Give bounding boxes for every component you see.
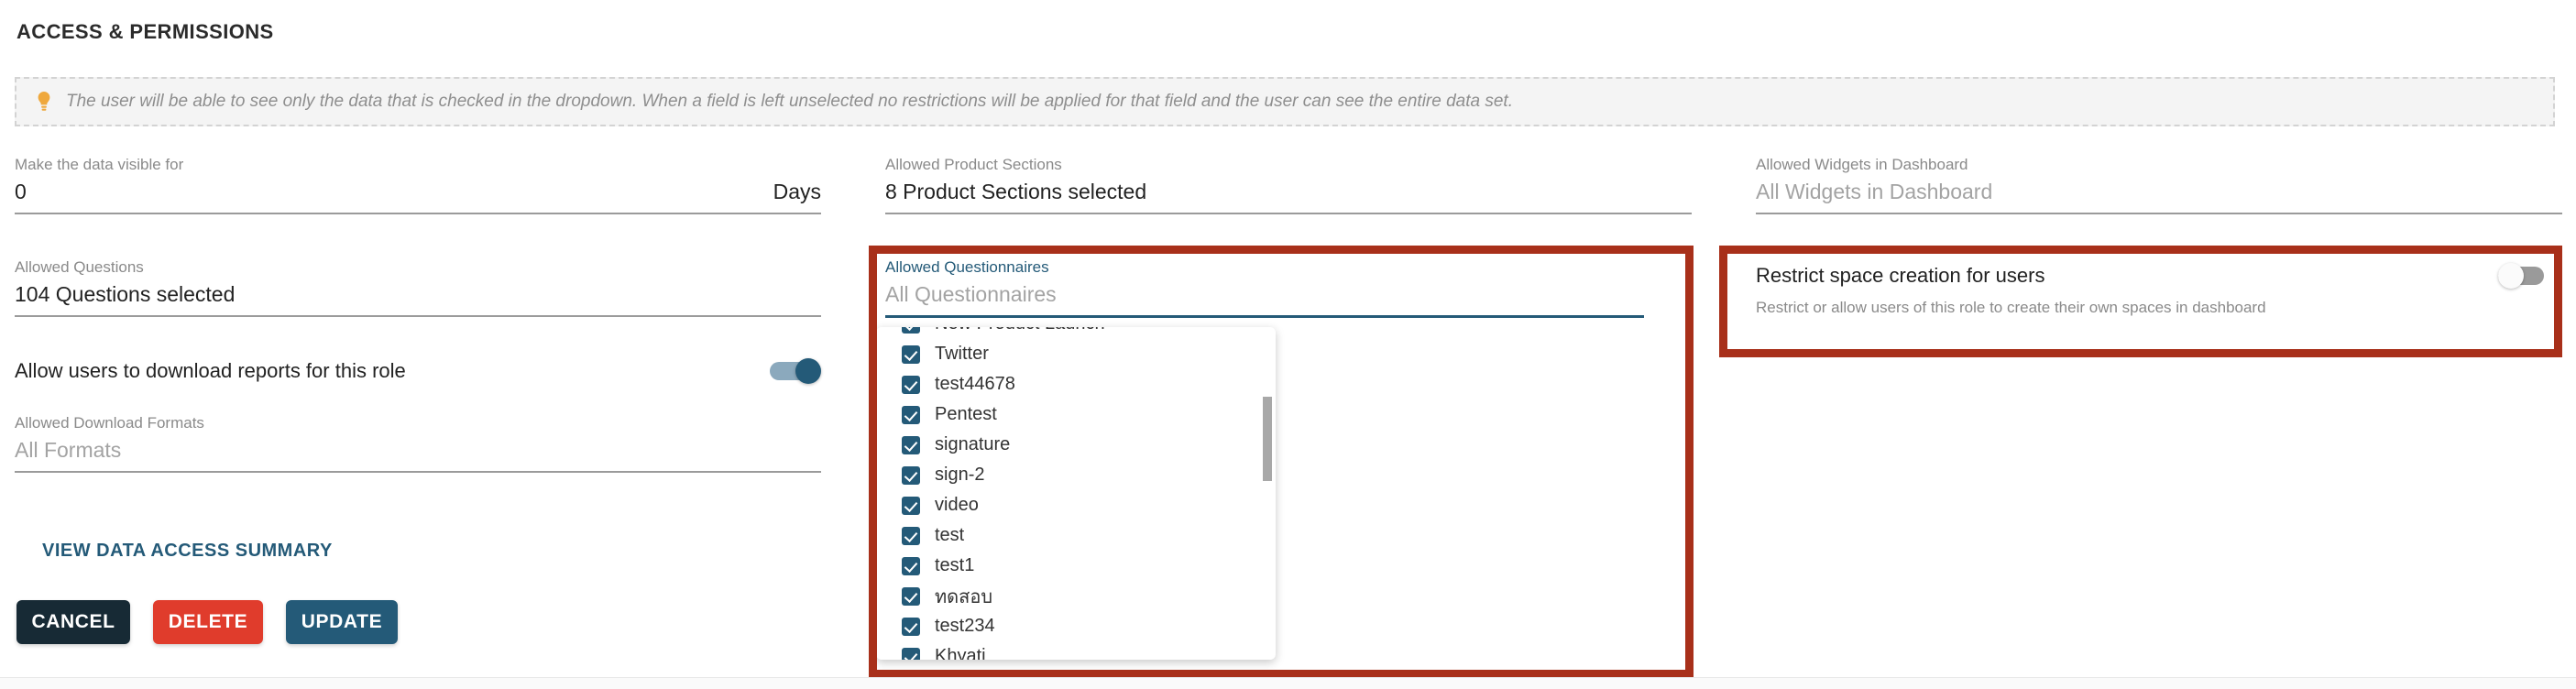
field-allowed-widgets: Allowed Widgets in Dashboard All Widgets…	[1756, 156, 2562, 214]
field-value-allowed-widgets: All Widgets in Dashboard	[1756, 180, 1993, 203]
dropdown-item[interactable]: New Product Launch	[876, 327, 1276, 339]
dropdown-item-label: Pentest	[935, 404, 997, 424]
dropdown-item[interactable]: test	[876, 520, 1276, 551]
checkbox-checked-icon[interactable]	[902, 526, 920, 545]
input-allowed-download-formats[interactable]: All Formats	[15, 438, 821, 473]
toggle-label-download-reports: Allow users to download reports for this…	[15, 359, 406, 382]
cancel-button[interactable]: CANCEL	[16, 600, 130, 644]
dropdown-item-label: New Product Launch	[935, 327, 1105, 334]
field-label-allowed-questions: Allowed Questions	[15, 258, 144, 276]
update-button[interactable]: UPDATE	[286, 600, 398, 644]
field-value-allowed-questionnaires: All Questionnaires	[885, 282, 1057, 306]
dropdown-item[interactable]: test234	[876, 611, 1276, 641]
dropdown-item[interactable]: signature	[876, 430, 1276, 460]
questionnaires-dropdown-panel[interactable]: New Product Launch Twitter test44678 Pentes…	[876, 327, 1276, 660]
toggle-row-restrict-space-creation[interactable]: Restrict space creation for users	[1756, 263, 2549, 289]
action-button-row: CANCEL DELETE UPDATE	[16, 600, 398, 644]
checkbox-checked-icon[interactable]	[902, 617, 920, 636]
dropdown-item-label: signature	[935, 434, 1011, 454]
checkbox-checked-icon[interactable]	[902, 586, 920, 606]
checkbox-checked-icon[interactable]	[902, 465, 920, 485]
field-label-allowed-questionnaires: Allowed Questionnaires	[885, 258, 1049, 276]
lightbulb-icon	[35, 90, 53, 114]
info-banner-text: The user will be able to see only the da…	[66, 92, 1513, 111]
input-allowed-widgets[interactable]: All Widgets in Dashboard	[1756, 180, 2562, 214]
dropdown-scrollbar-thumb[interactable]	[1263, 397, 1272, 481]
dropdown-item-label: sign-2	[935, 465, 985, 485]
checkbox-checked-icon[interactable]	[902, 647, 920, 660]
field-data-visible-for: Make the data visible for 0 Days	[15, 156, 821, 214]
dropdown-item-label: test44678	[935, 374, 1015, 394]
restrict-space-creation-block: Restrict space creation for users Restri…	[1756, 263, 2549, 317]
page-title: ACCESS & PERMISSIONS	[16, 20, 274, 43]
field-value-allowed-download-formats: All Formats	[15, 438, 122, 462]
field-allowed-product-sections: Allowed Product Sections 8 Product Secti…	[885, 156, 1692, 214]
checkbox-checked-icon[interactable]	[902, 344, 920, 364]
toggle-knob	[2498, 263, 2524, 289]
dropdown-item-label: video	[935, 495, 979, 515]
toggle-knob	[795, 358, 821, 384]
toggle-description-restrict-space-creation: Restrict or allow users of this role to …	[1756, 299, 2266, 316]
field-label-allowed-download-formats: Allowed Download Formats	[15, 414, 204, 432]
column-left: Make the data visible for 0 Days Allowed…	[15, 156, 821, 473]
dropdown-item[interactable]: test1	[876, 551, 1276, 581]
dropdown-item-label: test1	[935, 555, 975, 575]
delete-button[interactable]: DELETE	[153, 600, 263, 644]
field-allowed-questions: Allowed Questions 104 Questions selected	[15, 258, 821, 317]
input-allowed-questionnaires[interactable]: All Questionnaires	[885, 282, 1644, 318]
dropdown-item[interactable]: video	[876, 490, 1276, 520]
checkbox-checked-icon[interactable]	[902, 327, 920, 334]
bottom-strip	[0, 677, 2576, 689]
field-allowed-questionnaires: Allowed Questionnaires All Questionnaire…	[885, 258, 1644, 318]
questionnaires-dropdown-list: New Product Launch Twitter test44678 Pentes…	[876, 327, 1276, 660]
dropdown-item[interactable]: Pentest	[876, 399, 1276, 430]
field-value-allowed-questions: 104 Questions selected	[15, 282, 236, 306]
input-data-visible-for[interactable]: 0 Days	[15, 180, 821, 214]
field-value-data-visible-for: 0	[15, 180, 27, 203]
checkbox-checked-icon[interactable]	[902, 435, 920, 454]
input-allowed-questions[interactable]: 104 Questions selected	[15, 282, 821, 317]
toggle-download-reports[interactable]	[770, 358, 821, 384]
column-right: Allowed Widgets in Dashboard All Widgets…	[1756, 156, 2562, 323]
dropdown-item[interactable]: ทดสอบ	[876, 581, 1276, 611]
dropdown-item[interactable]: sign-2	[876, 460, 1276, 490]
input-allowed-product-sections[interactable]: 8 Product Sections selected	[885, 180, 1692, 214]
field-label-allowed-product-sections: Allowed Product Sections	[885, 156, 1062, 173]
dropdown-item[interactable]: test44678	[876, 369, 1276, 399]
field-label-data-visible-for: Make the data visible for	[15, 156, 184, 173]
field-allowed-download-formats: Allowed Download Formats All Formats	[15, 414, 821, 473]
info-banner: The user will be able to see only the da…	[15, 77, 2555, 126]
dropdown-item-label: Khyati	[935, 646, 986, 660]
column-middle: Allowed Product Sections 8 Product Secti…	[885, 156, 1692, 318]
dropdown-item-label: test	[935, 525, 965, 545]
checkbox-checked-icon[interactable]	[902, 375, 920, 394]
field-label-allowed-widgets: Allowed Widgets in Dashboard	[1756, 156, 1968, 173]
dropdown-item-label: ทดสอบ	[935, 586, 993, 607]
view-data-access-summary-link[interactable]: VIEW DATA ACCESS SUMMARY	[42, 541, 333, 562]
checkbox-checked-icon[interactable]	[902, 496, 920, 515]
field-suffix-days: Days	[773, 180, 821, 203]
dropdown-item-label: Twitter	[935, 344, 989, 364]
access-permissions-page: ACCESS & PERMISSIONS The user will be ab…	[0, 0, 2576, 689]
checkbox-checked-icon[interactable]	[902, 405, 920, 424]
dropdown-item[interactable]: Twitter	[876, 339, 1276, 369]
toggle-label-restrict-space-creation: Restrict space creation for users	[1756, 264, 2045, 287]
toggle-restrict-space-creation[interactable]	[2498, 263, 2549, 289]
toggle-row-download-reports[interactable]: Allow users to download reports for this…	[15, 358, 821, 384]
dropdown-item[interactable]: Khyati	[876, 641, 1276, 660]
checkbox-checked-icon[interactable]	[902, 556, 920, 575]
dropdown-item-label: test234	[935, 616, 995, 636]
field-value-allowed-product-sections: 8 Product Sections selected	[885, 180, 1147, 203]
